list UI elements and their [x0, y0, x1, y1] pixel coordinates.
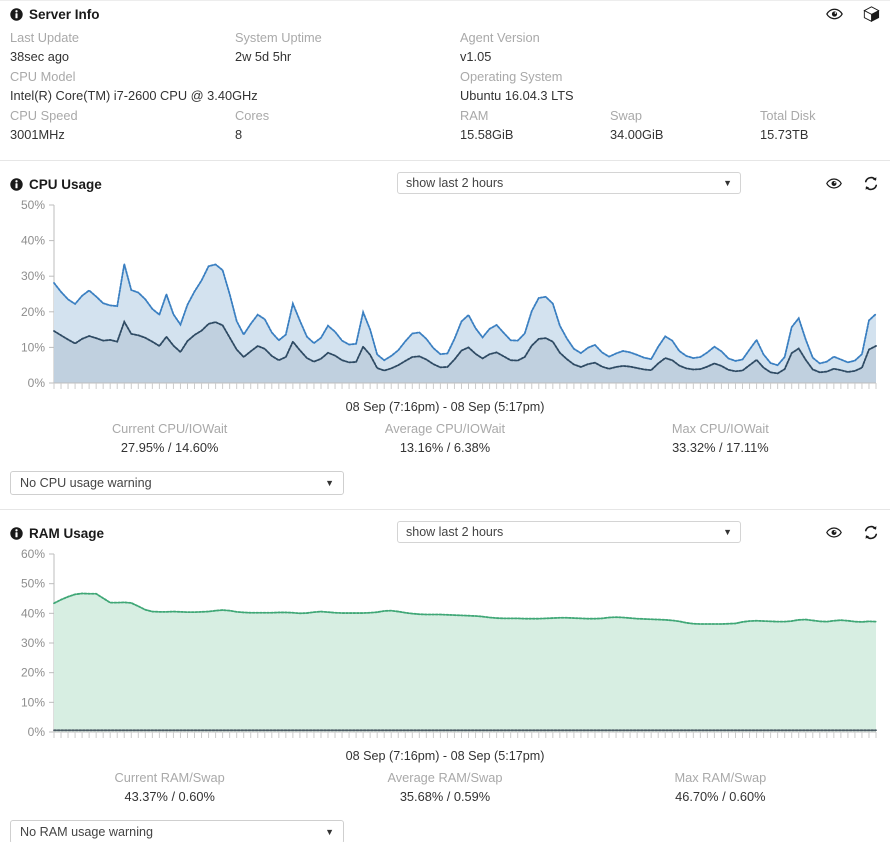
svg-text:0%: 0% — [28, 376, 46, 390]
cpu-stat-max-value: 33.32% / 17.11% — [672, 440, 769, 455]
ram-stat-max-value: 46.70% / 0.60% — [675, 789, 766, 804]
field-value-last-update: 38sec ago — [10, 49, 70, 64]
cpu-warning-select[interactable]: No CPU usage warning ▼ — [10, 471, 344, 495]
ram-stat-average: Average RAM/Swap 35.68% / 0.59% — [307, 768, 582, 806]
cpu-chart: 0% 10% 20% 30% 40% 50% — [10, 199, 880, 399]
ram-header-icons — [826, 525, 880, 542]
svg-text:30%: 30% — [21, 636, 45, 650]
cpu-header-icons — [826, 176, 880, 193]
field-label-total-disk: Total Disk — [760, 108, 816, 123]
svg-text:40%: 40% — [21, 606, 45, 620]
svg-text:10%: 10% — [21, 340, 45, 354]
cpu-usage-title: CPU Usage — [10, 177, 102, 192]
field-value-total-disk: 15.73TB — [760, 127, 809, 142]
cpu-chart-xlabel: 08 Sep (7:16pm) - 08 Sep (5:17pm) — [345, 400, 545, 414]
cpu-stat-average-label: Average CPU/IOWait — [384, 421, 506, 436]
ram-range-select[interactable]: show last 2 hours ▼ — [397, 521, 741, 543]
refresh-icon[interactable] — [863, 176, 880, 193]
ram-warning-select[interactable]: No RAM usage warning ▼ — [10, 820, 344, 842]
cpu-usage-title-text: CPU Usage — [29, 176, 102, 192]
field-value-ram: 15.58GiB — [460, 127, 514, 142]
cpu-range-select[interactable]: show last 2 hours ▼ — [397, 172, 741, 194]
svg-text:20%: 20% — [21, 666, 45, 680]
svg-text:60%: 60% — [21, 548, 45, 561]
field-value-cpu-speed: 3001MHz — [10, 127, 65, 142]
cpu-usage-header: CPU Usage show last 2 hours ▼ — [10, 169, 880, 199]
field-value-swap: 34.00GiB — [610, 127, 664, 142]
ram-warning-select-value: No RAM usage warning — [20, 825, 153, 839]
cpu-stat-current-label: Current CPU/IOWait — [111, 421, 228, 436]
field-value-cpu-model: Intel(R) Core(TM) i7-2600 CPU @ 3.40GHz — [10, 88, 258, 103]
svg-text:50%: 50% — [21, 577, 45, 591]
ram-stat-max: Max RAM/Swap 46.70% / 0.60% — [583, 768, 858, 806]
ram-chart-svg: 0% 10% 20% 30% 40% 50% 60% — [21, 548, 877, 739]
field-value-cores: 8 — [235, 127, 243, 142]
server-info-header-icons — [826, 6, 880, 23]
cpu-stat-average: Average CPU/IOWait 13.16% / 6.38% — [307, 419, 582, 457]
server-info-title: Server Info — [10, 7, 100, 22]
field-value-operating-system: Ubuntu 16.04.3 LTS — [460, 88, 574, 103]
cpu-chart-svg: 0% 10% 20% 30% 40% 50% — [21, 199, 877, 390]
ram-stat-current-value: 43.37% / 0.60% — [124, 789, 215, 804]
chevron-down-icon: ▼ — [325, 827, 334, 837]
field-label-swap: Swap — [610, 108, 643, 123]
eye-icon[interactable] — [826, 525, 843, 542]
ram-usage-panel: RAM Usage show last 2 hours ▼ 0% 10% 20%… — [0, 510, 890, 842]
server-info-panel: Server Info Last Update System Uptime Ag… — [0, 1, 890, 160]
field-label-ram: RAM — [460, 108, 489, 123]
field-value-agent-version: v1.05 — [460, 49, 492, 64]
field-value-system-uptime: 2w 5d 5hr — [235, 49, 292, 64]
field-label-last-update: Last Update — [10, 30, 80, 45]
info-circle-icon — [10, 7, 23, 21]
eye-icon[interactable] — [826, 6, 843, 23]
chevron-down-icon: ▼ — [723, 178, 732, 188]
ram-usage-title: RAM Usage — [10, 526, 104, 541]
ram-stat-max-label: Max RAM/Swap — [674, 770, 767, 785]
server-info-header: Server Info — [10, 1, 880, 27]
field-label-cpu-model: CPU Model — [10, 69, 76, 84]
chevron-down-icon: ▼ — [325, 478, 334, 488]
cpu-range-select-value: show last 2 hours — [406, 176, 504, 190]
server-info-grid: Last Update System Uptime Agent Version … — [10, 29, 880, 146]
cpu-stats-row: Current CPU/IOWait 27.95% / 14.60% Avera… — [10, 419, 880, 457]
svg-text:0%: 0% — [28, 725, 46, 739]
svg-text:10%: 10% — [21, 695, 45, 709]
ram-usage-header: RAM Usage show last 2 hours ▼ — [10, 518, 880, 548]
eye-icon[interactable] — [826, 176, 843, 193]
info-circle-icon — [10, 177, 23, 191]
svg-text:20%: 20% — [21, 305, 45, 319]
ram-usage-title-text: RAM Usage — [29, 525, 105, 541]
ram-stat-current-label: Current RAM/Swap — [114, 770, 225, 785]
cube-icon[interactable] — [863, 6, 880, 23]
cpu-stat-current: Current CPU/IOWait 27.95% / 14.60% — [32, 419, 307, 457]
cpu-usage-panel: CPU Usage show last 2 hours ▼ 0% 10% 20%… — [0, 161, 890, 509]
field-label-cores: Cores — [235, 108, 270, 123]
ram-stats-row: Current RAM/Swap 43.37% / 0.60% Average … — [10, 768, 880, 806]
ram-range-select-value: show last 2 hours — [406, 525, 504, 539]
server-monitor-page: Server Info Last Update System Uptime Ag… — [0, 0, 890, 842]
cpu-stat-max-label: Max CPU/IOWait — [671, 421, 769, 436]
field-label-operating-system: Operating System — [460, 69, 563, 84]
field-label-cpu-speed: CPU Speed — [10, 108, 78, 123]
field-label-system-uptime: System Uptime — [235, 30, 322, 45]
cpu-stat-max: Max CPU/IOWait 33.32% / 17.11% — [583, 419, 858, 457]
ram-stat-average-label: Average RAM/Swap — [387, 770, 503, 785]
svg-text:50%: 50% — [21, 199, 45, 212]
field-label-agent-version: Agent Version — [460, 30, 540, 45]
chevron-down-icon: ▼ — [723, 527, 732, 537]
refresh-icon[interactable] — [863, 525, 880, 542]
info-circle-icon — [10, 526, 23, 540]
ram-stat-average-value: 35.68% / 0.59% — [399, 789, 491, 804]
ram-stat-current: Current RAM/Swap 43.37% / 0.60% — [32, 768, 307, 806]
cpu-warning-select-value: No CPU usage warning — [20, 476, 152, 490]
ram-chart-xlabel: 08 Sep (7:16pm) - 08 Sep (5:17pm) — [345, 749, 545, 763]
svg-text:40%: 40% — [21, 234, 45, 248]
cpu-stat-average-value: 13.16% / 6.38% — [399, 440, 491, 455]
cpu-stat-current-value: 27.95% / 14.60% — [120, 440, 219, 455]
ram-chart: 0% 10% 20% 30% 40% 50% 60% — [10, 548, 880, 748]
svg-text:30%: 30% — [21, 269, 45, 283]
server-info-title-text: Server Info — [29, 6, 100, 22]
